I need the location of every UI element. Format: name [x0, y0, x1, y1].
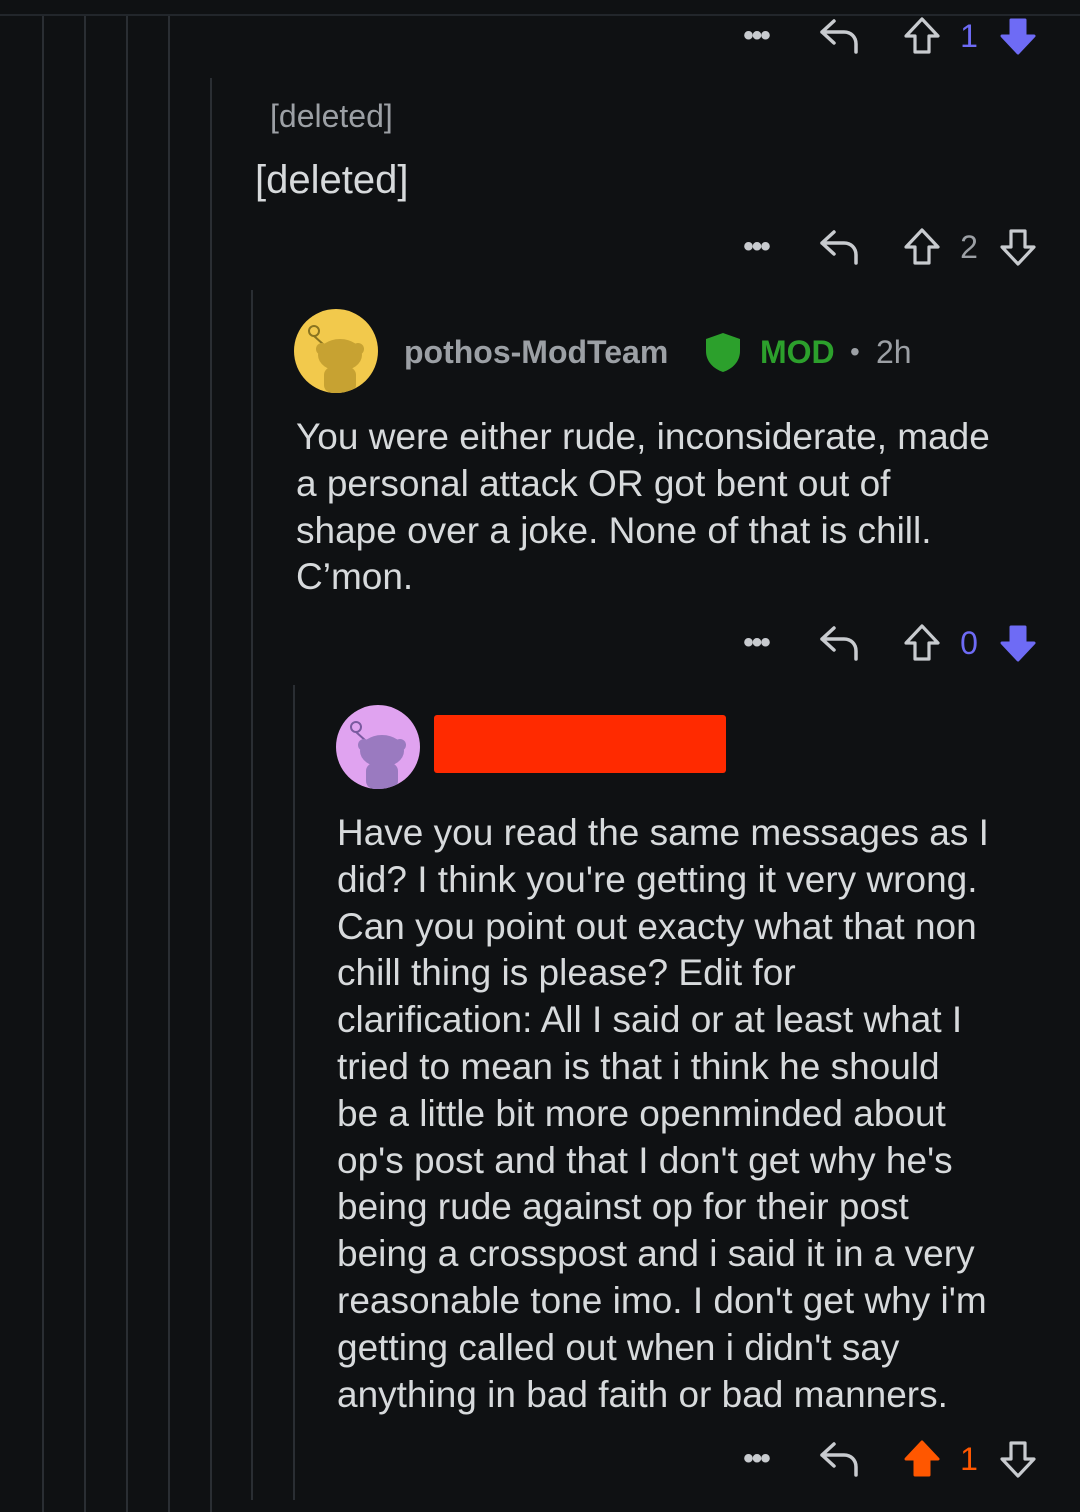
upvote-icon[interactable] — [900, 613, 944, 673]
more-options-icon[interactable]: ••• — [734, 1429, 778, 1489]
thread-line[interactable] — [84, 16, 86, 1512]
downvote-icon[interactable] — [996, 6, 1040, 66]
more-options-icon[interactable]: ••• — [734, 217, 778, 277]
more-options-icon[interactable]: ••• — [734, 613, 778, 673]
upvote-icon[interactable] — [900, 1429, 944, 1489]
thread-line[interactable] — [293, 685, 295, 1500]
upvote-icon[interactable] — [900, 6, 944, 66]
thread-line[interactable] — [126, 16, 128, 1512]
reply-icon[interactable] — [816, 1429, 862, 1489]
thread-line[interactable] — [251, 290, 253, 1500]
reply-icon[interactable] — [816, 613, 862, 673]
mod-badge: MOD — [760, 334, 835, 370]
comment-author[interactable]: pothos-ModTeam — [404, 334, 668, 371]
comment-body: Have you read the same messages as I did… — [337, 812, 989, 1415]
thread-line[interactable] — [168, 16, 170, 1512]
redacted-username — [434, 715, 726, 773]
downvote-icon[interactable] — [996, 613, 1040, 673]
comment-actions: ••• 1 — [720, 6, 1060, 66]
comment-timestamp: 2h — [876, 334, 912, 370]
comment-actions: ••• 2 — [720, 217, 1060, 277]
thread-line[interactable] — [210, 78, 212, 1512]
avatar[interactable] — [294, 309, 378, 393]
vote-count: 2 — [960, 228, 978, 265]
comment-actions: ••• 1 — [720, 1429, 1060, 1489]
avatar[interactable] — [336, 705, 420, 789]
downvote-icon[interactable] — [996, 1429, 1040, 1489]
shield-icon — [703, 331, 743, 378]
meta-separator: • — [850, 336, 860, 367]
reply-icon[interactable] — [816, 6, 862, 66]
vote-count: 1 — [960, 17, 978, 54]
upvote-icon[interactable] — [900, 217, 944, 277]
vote-count: 1 — [960, 1440, 978, 1477]
downvote-icon[interactable] — [996, 217, 1040, 277]
comment-body: [deleted] — [255, 158, 409, 202]
thread-line[interactable] — [42, 16, 44, 1512]
comment-actions: ••• 0 — [720, 613, 1060, 673]
comment-author[interactable]: [deleted] — [270, 98, 393, 135]
reply-icon[interactable] — [816, 217, 862, 277]
comment-body: You were either rude, inconsiderate, mad… — [296, 416, 990, 598]
vote-count: 0 — [960, 624, 978, 661]
more-options-icon[interactable]: ••• — [734, 6, 778, 66]
